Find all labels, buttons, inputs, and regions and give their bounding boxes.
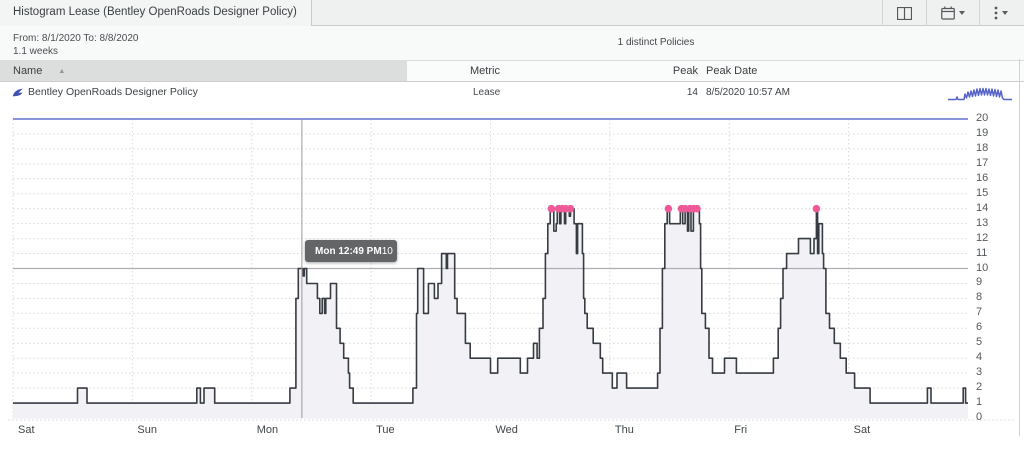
y-tick-label: 0 [976, 411, 983, 423]
calendar-icon [941, 6, 955, 20]
chart-area[interactable]: Mon 12:49 PM 10 0 1 2 3 4 5 6 7 8 9 10 11 12 13 14 15 16… [0, 104, 1024, 451]
name-header-label: Name [13, 65, 43, 77]
toolbar [882, 0, 1022, 26]
y-tick-label: 7 [976, 306, 983, 319]
y-tick-label: 12 [976, 231, 989, 244]
y-tick-label: 16 [976, 171, 989, 184]
y-tick-label: 20 [976, 112, 989, 124]
peak-dot [566, 204, 575, 213]
column-header-metric[interactable]: Metric [470, 61, 500, 81]
y-tick-label: 1 [976, 396, 983, 409]
y-tick-label: 10 [976, 261, 989, 274]
policy-name: Bentley OpenRoads Designer Policy [28, 86, 198, 98]
duration-label: 1.1 weeks [13, 46, 59, 57]
columns-icon [897, 6, 912, 20]
chevron-down-icon [1002, 11, 1008, 15]
y-tick-label: 13 [976, 216, 989, 229]
y-tick-label: 3 [976, 366, 983, 379]
y-tick-label: 8 [976, 291, 983, 304]
chevron-down-icon [959, 11, 965, 15]
sparkline-chart [948, 87, 1012, 101]
table-row[interactable]: Bentley OpenRoads Designer Policy Lease … [0, 82, 1024, 104]
split-view-button[interactable] [882, 0, 926, 26]
x-tick-label: Mon [256, 424, 279, 436]
x-tick-label: Sat [853, 424, 871, 436]
x-tick-label: Sat [18, 424, 35, 436]
kebab-menu-icon [994, 6, 998, 20]
date-range-button[interactable] [926, 0, 979, 26]
tooltip-value: 10 [381, 245, 393, 257]
y-tick-label: 18 [976, 141, 989, 154]
x-tick-label: Tue [376, 424, 395, 436]
y-tick-label: 11 [976, 246, 988, 259]
y-tick-label: 2 [976, 381, 983, 394]
x-tick-label: Fri [734, 424, 748, 436]
histogram-plot [8, 118, 1014, 421]
y-tick-label: 14 [976, 201, 989, 214]
policy-peak-date: 8/5/2020 10:57 AM [706, 87, 790, 98]
y-tick-label: 6 [976, 321, 983, 334]
peak-dot [547, 204, 556, 213]
y-tick-label: 4 [976, 351, 983, 364]
peak-dot [693, 204, 701, 213]
date-range-label: From: 8/1/2020 To: 8/8/2020 [13, 33, 139, 44]
policy-peak: 14 [686, 87, 698, 98]
sparkline-path [948, 87, 1012, 101]
x-tick-label: Thu [614, 424, 634, 436]
window-title: Histogram Lease (Bentley OpenRoads Desig… [13, 6, 297, 18]
distinct-count-label: 1 distinct Policies [617, 37, 695, 48]
info-bar: From: 8/1/2020 To: 8/8/2020 1.1 weeks 1 … [0, 26, 1024, 61]
bentley-logo-icon [12, 88, 24, 97]
x-tick-label: Wed [495, 424, 518, 436]
tooltip-time-label: Mon 12:49 PM [315, 245, 382, 257]
histogram-window: Histogram Lease (Bentley OpenRoads Desig… [0, 0, 1024, 451]
table-header-row: Name ▲ Metric Peak Peak Date [0, 61, 1024, 82]
column-header-name[interactable]: Name ▲ [0, 61, 407, 81]
peak-dot [664, 204, 673, 213]
column-header-peak-date[interactable]: Peak Date [706, 61, 757, 81]
more-options-button[interactable] [979, 0, 1022, 26]
y-tick-label: 9 [976, 276, 983, 289]
y-tick-label: 5 [976, 336, 983, 349]
column-header-peak[interactable]: Peak [600, 61, 698, 81]
y-tick-label: 17 [976, 156, 989, 169]
window-title-tab[interactable]: Histogram Lease (Bentley OpenRoads Desig… [0, 0, 312, 26]
y-tick-label: 19 [976, 126, 989, 139]
window-topbar: Histogram Lease (Bentley OpenRoads Desig… [0, 0, 1024, 26]
y-tick-label: 15 [976, 186, 989, 199]
panel-divider [1019, 59, 1020, 436]
sort-ascending-icon: ▲ [58, 68, 66, 75]
policy-metric: Lease [473, 87, 501, 98]
peak-dot [812, 204, 821, 213]
chart-tooltip: Mon 12:49 PM 10 [305, 240, 397, 262]
x-tick-label: Sun [137, 424, 157, 436]
